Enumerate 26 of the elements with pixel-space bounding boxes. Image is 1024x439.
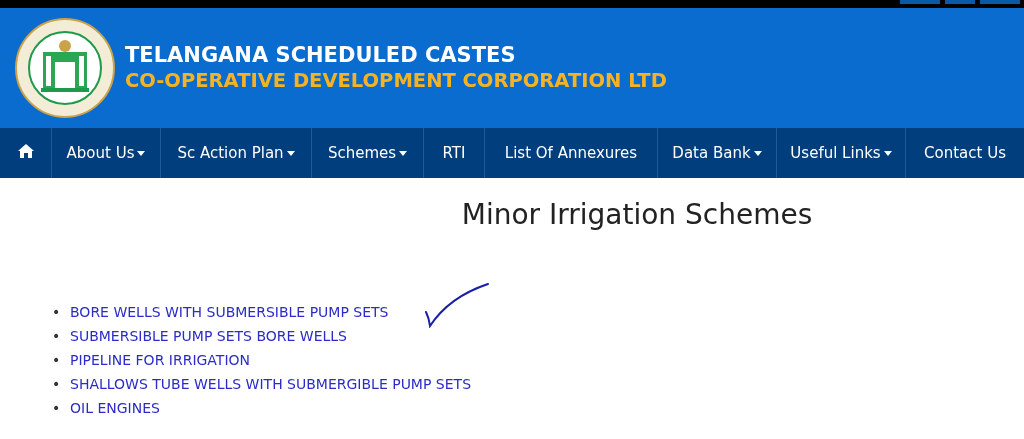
top-bar-tab[interactable] — [945, 0, 975, 4]
site-title: TELANGANA SCHEDULED CASTES — [125, 42, 517, 68]
emblem-icon — [15, 18, 115, 118]
nav-link[interactable]: About Us — [52, 128, 161, 178]
site-subtitle: CO-OPERATIVE DEVELOPMENT CORPORATION LTD — [125, 68, 667, 94]
scheme-link[interactable]: BORE WELLS WITH SUBMERSIBLE PUMP SETS — [70, 304, 389, 320]
scheme-link[interactable]: SUBMERSIBLE PUMP SETS BORE WELLS — [70, 328, 347, 344]
bullet: • — [52, 327, 62, 346]
bullet: • — [52, 399, 62, 418]
bullet: • — [52, 351, 62, 370]
nav-link[interactable]: RTI — [424, 128, 485, 178]
nav-link[interactable]: Data Bank — [658, 128, 777, 178]
bullet: • — [52, 375, 62, 394]
nav-link[interactable]: Contact Us — [906, 128, 1024, 178]
top-bar-tab[interactable] — [900, 0, 940, 4]
scheme-link[interactable]: PIPELINE FOR IRRIGATION — [70, 352, 251, 368]
nav-link[interactable]: List Of Annexures — [485, 128, 658, 178]
nav-link[interactable]: Schemes — [312, 128, 424, 178]
scheme-link[interactable]: OIL ENGINES — [70, 400, 160, 416]
nav-link[interactable]: Sc Action Plan — [161, 128, 312, 178]
scheme-link[interactable]: SHALLOWS TUBE WELLS WITH SUBMERGIBLE PUMP SETS — [70, 376, 472, 392]
top-bar-tab[interactable] — [980, 0, 1020, 4]
home-icon — [17, 144, 34, 158]
page-title: Minor Irrigation Schemes — [460, 198, 814, 232]
nav-link[interactable]: Useful Links — [777, 128, 906, 178]
bullet: • — [52, 303, 62, 322]
